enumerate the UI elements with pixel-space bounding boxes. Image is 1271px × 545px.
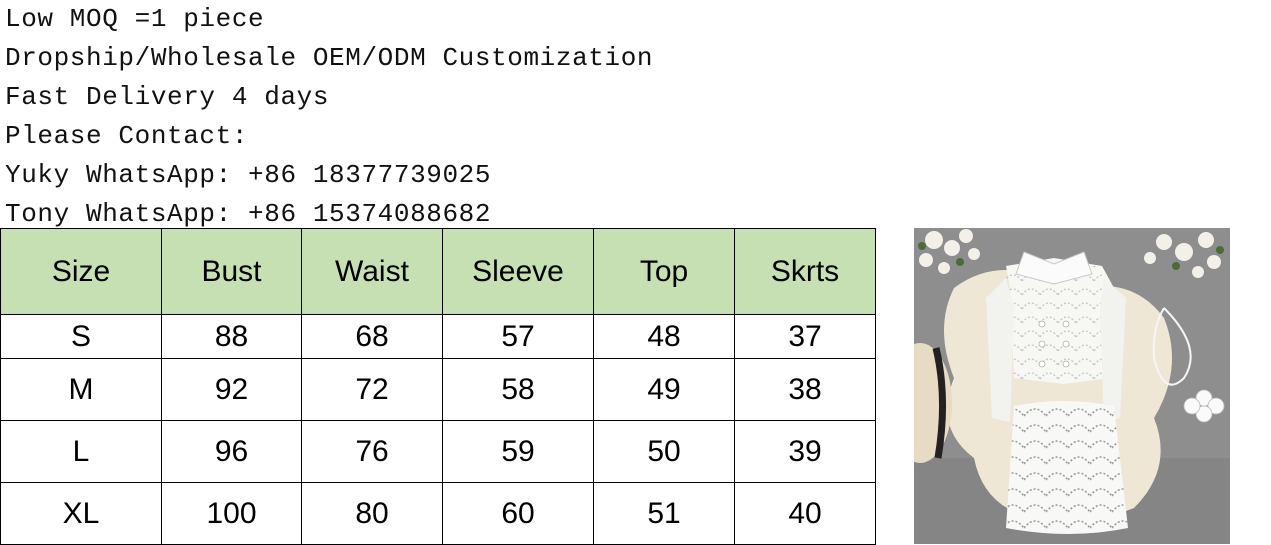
header-top: Top — [593, 228, 735, 315]
table-cell: 50 — [593, 420, 735, 483]
table-cell: 37 — [734, 314, 876, 359]
header-skirts: Skrts — [734, 228, 876, 315]
product-photo — [914, 228, 1230, 544]
service-note: Dropship/Wholesale OEM/ODM Customization — [5, 43, 654, 73]
header-waist: Waist — [301, 228, 443, 315]
table-cell: 72 — [301, 358, 443, 421]
header-size: Size — [0, 228, 162, 315]
delivery-note: Fast Delivery 4 days — [5, 82, 330, 112]
table-cell: M — [0, 358, 162, 421]
table-cell: 88 — [161, 314, 302, 359]
table-cell: XL — [0, 482, 162, 545]
table-cell: 80 — [301, 482, 443, 545]
contact-notes: Low MOQ =1 piece Dropship/Wholesale OEM/… — [5, 0, 653, 234]
table-row: S 88 68 57 48 37 — [0, 314, 876, 359]
moq-note: Low MOQ =1 piece — [5, 4, 265, 34]
table-cell: 76 — [301, 420, 443, 483]
table-cell: S — [0, 314, 162, 359]
contact-heading: Please Contact: — [5, 121, 249, 151]
table-cell: 51 — [593, 482, 735, 545]
whatsapp-yuky: Yuky WhatsApp: +86 18377739025 — [5, 160, 492, 190]
table-cell: 96 — [161, 420, 302, 483]
table-row: M 92 72 58 49 38 — [0, 358, 876, 421]
table-cell: 58 — [442, 358, 594, 421]
table-cell: 57 — [442, 314, 594, 359]
table-cell: 68 — [301, 314, 443, 359]
table-cell: 49 — [593, 358, 735, 421]
table-cell: L — [0, 420, 162, 483]
table-cell: 38 — [734, 358, 876, 421]
header-sleeve: Sleeve — [442, 228, 594, 315]
table-cell: 100 — [161, 482, 302, 545]
table-row: L 96 76 59 50 39 — [0, 420, 876, 483]
table-cell: 40 — [734, 482, 876, 545]
size-chart-table: Size Bust Waist Sleeve Top Skrts S 88 68… — [0, 228, 876, 545]
table-cell: 59 — [442, 420, 594, 483]
table-cell: 60 — [442, 482, 594, 545]
table-cell: 39 — [734, 420, 876, 483]
table-cell: 92 — [161, 358, 302, 421]
table-cell: 48 — [593, 314, 735, 359]
table-header-row: Size Bust Waist Sleeve Top Skrts — [0, 228, 876, 315]
header-bust: Bust — [161, 228, 302, 315]
table-row: XL 100 80 60 51 40 — [0, 482, 876, 545]
